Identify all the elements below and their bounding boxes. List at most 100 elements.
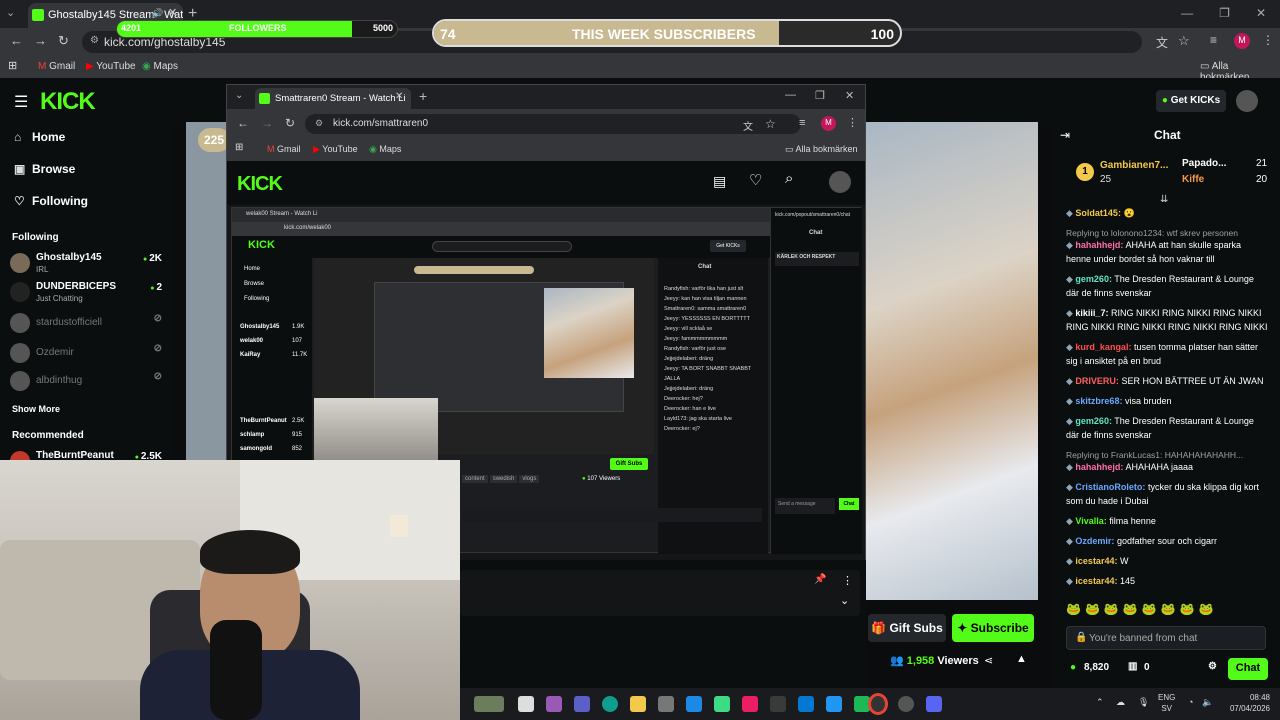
inner-kick-logo[interactable]: KICK: [237, 173, 283, 196]
outlook-icon[interactable]: [686, 696, 702, 712]
bookmark-gmail[interactable]: M Gmail: [267, 144, 301, 154]
kick-logo[interactable]: KICK: [40, 88, 96, 116]
search-icon[interactable]: ⌕: [785, 170, 793, 187]
following-item[interactable]: DUNDERBICEPS Just Chatting 2: [10, 279, 162, 309]
clips-icon[interactable]: ▤: [713, 173, 726, 190]
inner-tab-active[interactable]: Smattraren0 Stream - Watch Li: [255, 88, 411, 109]
following-item[interactable]: albdinthug ⊘: [10, 368, 162, 398]
photos-icon[interactable]: [798, 696, 814, 712]
share-icon[interactable]: ⋖: [984, 654, 993, 667]
volume-icon[interactable]: 🔈: [1202, 697, 1213, 708]
weather-widget-icon[interactable]: [474, 696, 504, 712]
hamburger-menu-icon[interactable]: ☰: [14, 92, 28, 112]
chat-username[interactable]: Soldat145:: [1075, 208, 1121, 218]
copilot-icon[interactable]: [546, 696, 562, 712]
chat-username[interactable]: kurd_kangal:: [1075, 342, 1131, 352]
tab-list-icon[interactable]: ⌄: [235, 90, 243, 101]
pin-icon[interactable]: 📌: [814, 574, 826, 585]
get-kicks-button[interactable]: ● Get KICKs: [1156, 90, 1226, 112]
gift-subs-button[interactable]: 🎁 Gift Subs: [868, 614, 946, 642]
user-avatar[interactable]: [829, 171, 851, 193]
discord-icon[interactable]: [926, 696, 942, 712]
subscribe-button[interactable]: ✦ Subscribe: [952, 614, 1034, 642]
system-clock[interactable]: 08:48 07/04/2026: [1230, 692, 1270, 714]
chat-send-button[interactable]: Chat: [1228, 658, 1268, 680]
gifter-name[interactable]: Kiffe: [1182, 174, 1204, 185]
wifi-icon[interactable]: ◔: [1188, 697, 1193, 707]
file-explorer-icon[interactable]: [630, 696, 646, 712]
report-icon[interactable]: ▲: [1016, 653, 1027, 665]
all-bookmarks[interactable]: ▭ Alla bokmärken: [785, 144, 858, 155]
chat-username[interactable]: gem260:: [1075, 274, 1112, 284]
chat-username[interactable]: icestar44:: [1075, 556, 1117, 566]
profile-avatar[interactable]: M: [1234, 33, 1250, 49]
nav-following[interactable]: ♡ Following: [14, 194, 88, 208]
bookmark-youtube[interactable]: ▶ YouTube: [86, 61, 136, 72]
minimize-icon[interactable]: —: [1181, 6, 1193, 20]
bookmark-star-icon[interactable]: ☆: [1178, 33, 1190, 49]
tab-audio-icon[interactable]: 🔊: [152, 8, 163, 19]
chat-username[interactable]: hahahhejd:: [1075, 462, 1123, 472]
bookmark-maps[interactable]: ◉ Maps: [369, 144, 401, 155]
bookmark-youtube[interactable]: ▶ YouTube: [313, 144, 358, 155]
site-info-icon[interactable]: ⚙: [315, 118, 323, 129]
following-item[interactable]: Ghostalby145 IRL 2K: [10, 250, 162, 280]
chat-settings-icon[interactable]: ⚙: [1208, 661, 1217, 672]
gifter-name[interactable]: Gambianen7...: [1100, 160, 1168, 171]
emote-quick-bar[interactable]: 🐸🐸🐸🐸🐸🐸🐸🐸: [1066, 602, 1266, 618]
forward-icon[interactable]: →: [34, 33, 47, 48]
media-control-icon[interactable]: ≡: [1210, 33, 1217, 47]
back-icon[interactable]: ←: [10, 33, 23, 48]
app-icon[interactable]: [826, 696, 842, 712]
gifter-name[interactable]: Papado...: [1182, 158, 1226, 169]
gift-icon[interactable]: ▥: [1128, 661, 1137, 672]
apps-grid-icon[interactable]: ⊞: [235, 142, 243, 153]
media-control-icon[interactable]: ≡: [799, 117, 805, 129]
more-options-icon[interactable]: ⋮: [842, 574, 853, 587]
heart-icon[interactable]: ♡: [749, 171, 762, 189]
apps-grid-icon[interactable]: ⊞: [8, 59, 17, 72]
chat-username[interactable]: CristianoRoleto:: [1075, 482, 1145, 492]
collapse-chat-icon[interactable]: ⇥: [1060, 128, 1070, 142]
translate-icon[interactable]: 文: [743, 118, 753, 133]
minimize-icon[interactable]: —: [785, 89, 796, 101]
following-item[interactable]: stardustofficiell ⊘: [10, 310, 162, 340]
close-window-icon[interactable]: ✕: [1256, 6, 1266, 20]
translate-icon[interactable]: 文: [1156, 34, 1168, 51]
new-tab-icon[interactable]: +: [419, 88, 427, 104]
obs-icon[interactable]: [898, 696, 914, 712]
tray-chevron-icon[interactable]: ⌃: [1096, 697, 1104, 708]
search-icon[interactable]: [518, 696, 534, 712]
teams-icon[interactable]: [574, 696, 590, 712]
tab-list-icon[interactable]: ⌄: [6, 6, 15, 19]
chat-username[interactable]: Vivalla:: [1075, 516, 1106, 526]
forward-icon[interactable]: →: [261, 116, 273, 130]
language-indicator[interactable]: ENG SV: [1158, 692, 1175, 714]
tab-close-icon[interactable]: ✕: [395, 91, 403, 102]
edge-icon[interactable]: [602, 696, 618, 712]
nav-browse[interactable]: ▣ Browse: [14, 162, 75, 176]
pin-icon[interactable]: ⇊: [1160, 194, 1168, 205]
reload-icon[interactable]: ↻: [285, 116, 295, 130]
bookmark-star-icon[interactable]: ☆: [765, 117, 776, 131]
reload-icon[interactable]: ↻: [58, 33, 69, 49]
nav-home[interactable]: ⌂ Home: [14, 130, 65, 144]
chat-username[interactable]: icestar44:: [1075, 576, 1117, 586]
maximize-icon[interactable]: ❐: [815, 89, 825, 102]
microphone-icon[interactable]: 🎙: [1138, 697, 1149, 708]
chat-username[interactable]: kikiii_7:: [1075, 308, 1108, 318]
browser-menu-icon[interactable]: ⋮: [1262, 33, 1274, 47]
close-window-icon[interactable]: ✕: [845, 89, 854, 102]
bookmark-maps[interactable]: ◉ Maps: [142, 61, 178, 72]
tab-close-icon[interactable]: ✕: [168, 6, 177, 19]
inner-url-field[interactable]: ⚙ kick.com/smattraren0: [305, 114, 801, 134]
user-avatar[interactable]: [1236, 90, 1258, 112]
chat-username[interactable]: Ozdemir:: [1075, 536, 1114, 546]
chat-username[interactable]: DRIVERU:: [1075, 376, 1119, 386]
store-icon[interactable]: [658, 696, 674, 712]
bookmark-gmail[interactable]: M Gmail: [38, 61, 75, 72]
chrome-icon[interactable]: [868, 693, 888, 715]
maximize-icon[interactable]: ❐: [1219, 6, 1230, 20]
chat-username[interactable]: gem260:: [1075, 416, 1112, 426]
app-icon[interactable]: [770, 696, 786, 712]
